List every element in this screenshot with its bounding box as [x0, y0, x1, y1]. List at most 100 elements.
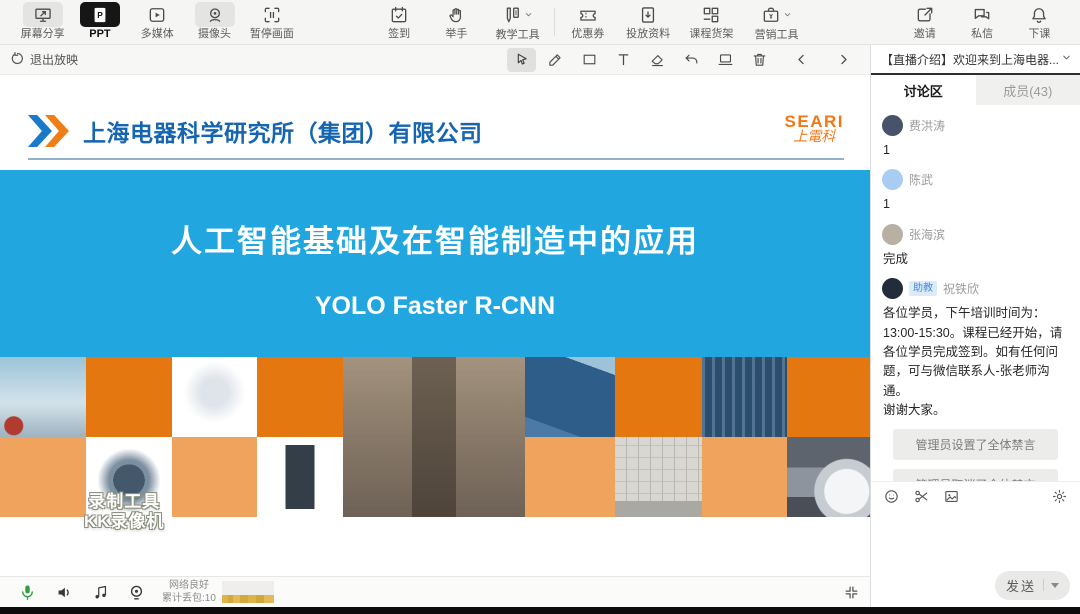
collapse-icon — [843, 584, 860, 601]
microphone-button[interactable] — [18, 583, 37, 602]
message-input[interactable] — [871, 511, 1080, 569]
eraser-tool-button[interactable] — [643, 48, 672, 72]
live-intro-header[interactable]: 【直播介绍】欢迎来到上海电器... — [871, 45, 1080, 75]
course-shelf-button[interactable]: 课程货架 — [680, 2, 743, 41]
slide-subtitle: YOLO Faster R-CNN — [0, 292, 870, 321]
pause-screen-label: 暂停画面 — [250, 27, 294, 41]
tab-members[interactable]: 成员(43) — [976, 75, 1080, 105]
avatar — [882, 115, 903, 136]
photo-solar-panels — [525, 357, 615, 437]
message-text: 各位学员，下午培训时间为：13:00-15:30。课程已经开始，请各位学员完成签… — [883, 304, 1069, 420]
end-class-button[interactable]: 下课 — [1011, 2, 1068, 41]
send-options-caret-icon[interactable] — [1051, 583, 1059, 588]
ppt-icon: P — [80, 2, 120, 27]
teaching-tools-button[interactable]: 教学工具 — [485, 2, 550, 42]
speaker-icon — [55, 583, 74, 602]
svg-text:P: P — [97, 10, 103, 20]
scissors-icon — [913, 488, 930, 505]
photo-electrical-equipment — [702, 357, 787, 437]
text-tool-button[interactable] — [609, 48, 638, 72]
orange-tile — [0, 437, 86, 517]
sender-name: 陈武 — [909, 171, 933, 188]
coupon-button[interactable]: 优惠券 — [559, 2, 616, 41]
webcam-icon — [127, 583, 146, 602]
materials-label: 投放资料 — [626, 27, 670, 41]
slide-title-banner: 人工智能基础及在智能制造中的应用 YOLO Faster R-CNN — [0, 170, 870, 357]
avatar — [882, 224, 903, 245]
chat-settings-button[interactable] — [1051, 488, 1068, 505]
photo-car — [787, 437, 870, 517]
cursor-icon — [513, 51, 530, 68]
chevron-right-icon — [836, 52, 851, 67]
seari-logo: SEARI 上電科 — [785, 113, 844, 150]
raise-hand-label: 举手 — [445, 27, 467, 41]
direct-message-label: 私信 — [971, 27, 993, 41]
exit-presentation-button[interactable]: 退出放映 — [10, 51, 78, 69]
live-intro-title: 【直播介绍】欢迎来到上海电器... — [881, 51, 1061, 68]
select-tool-button[interactable] — [507, 48, 536, 72]
background-music-button[interactable] — [92, 584, 109, 601]
ppt-label: PPT — [89, 27, 110, 41]
send-button[interactable]: 发送 — [995, 571, 1070, 600]
pause-screen-button[interactable]: 暂停画面 — [243, 2, 300, 41]
previous-page-button[interactable] — [787, 48, 816, 72]
message-text: 1 — [883, 141, 1069, 160]
emoji-button[interactable] — [883, 488, 900, 505]
delete-annotation-button[interactable] — [745, 48, 774, 72]
direct-message-button[interactable]: 私信 — [953, 2, 1010, 41]
trash-icon — [751, 51, 768, 68]
raise-hand-button[interactable]: 举手 — [428, 2, 485, 41]
orange-tile — [172, 437, 257, 517]
board-icon — [717, 51, 734, 68]
undo-button[interactable] — [677, 48, 706, 72]
image-button[interactable] — [943, 488, 960, 505]
slide-header: 上海电器科学研究所（集团）有限公司 SEARI 上電科 — [28, 104, 844, 160]
screenshot-button[interactable] — [913, 488, 930, 505]
tab-discussion[interactable]: 讨论区 — [871, 75, 976, 105]
chevron-down-icon — [524, 6, 533, 24]
watermark-line1: 录制工具 — [84, 492, 165, 512]
orange-tile — [615, 357, 702, 437]
ppt-button[interactable]: P PPT — [71, 2, 128, 41]
system-message: 管理员设置了全体禁言 — [893, 429, 1058, 460]
sign-in-button[interactable]: 签到 — [370, 2, 427, 41]
tab-members-label: 成员(43) — [1003, 81, 1052, 100]
marketing-tools-label: 营销工具 — [755, 28, 799, 42]
orange-tile — [86, 357, 172, 437]
marketing-tools-icon — [761, 5, 781, 25]
materials-button[interactable]: 投放资料 — [617, 2, 680, 41]
teaching-tools-label: 教学工具 — [496, 28, 540, 42]
watermark-line2: KK录像机 — [84, 512, 165, 532]
system-message: 管理员取消了全体禁言 — [893, 469, 1058, 481]
photo-robot — [172, 357, 257, 437]
screen-share-button[interactable]: 屏幕分享 — [14, 2, 71, 41]
multimedia-button[interactable]: 多媒体 — [129, 2, 186, 41]
camera-button[interactable]: 摄像头 — [186, 2, 243, 41]
top-toolbar: 屏幕分享 P PPT 多媒体 摄像头 暂停画面 — [0, 0, 1080, 45]
pen-tool-button[interactable] — [541, 48, 570, 72]
webcam-button[interactable] — [127, 583, 146, 602]
clear-board-button[interactable] — [711, 48, 740, 72]
raise-hand-icon — [436, 2, 476, 27]
rectangle-icon — [581, 51, 598, 68]
sender-name: 张海滨 — [909, 226, 945, 243]
invite-button[interactable]: 邀请 — [896, 2, 953, 41]
collapse-view-button[interactable] — [843, 584, 860, 601]
course-shelf-icon — [691, 2, 731, 27]
assistant-badge: 助教 — [909, 281, 937, 296]
exit-presentation-icon — [10, 51, 25, 69]
status-bar: 网络良好 累计丢包:10 — [0, 576, 870, 607]
rectangle-tool-button[interactable] — [575, 48, 604, 72]
smiley-icon — [883, 488, 900, 505]
teaching-tools-icon — [502, 5, 522, 25]
seari-logo-subtext: 上電科 — [785, 131, 844, 146]
marketing-tools-button[interactable]: 营销工具 — [743, 2, 810, 42]
next-page-button[interactable] — [829, 48, 858, 72]
music-note-icon — [92, 584, 109, 601]
image-icon — [943, 488, 960, 505]
avatar — [882, 278, 903, 299]
photo-anechoic-chamber — [615, 437, 702, 517]
live-teaching-app: 屏幕分享 P PPT 多媒体 摄像头 暂停画面 — [0, 0, 1080, 614]
avatar — [882, 169, 903, 190]
speaker-button[interactable] — [55, 583, 74, 602]
